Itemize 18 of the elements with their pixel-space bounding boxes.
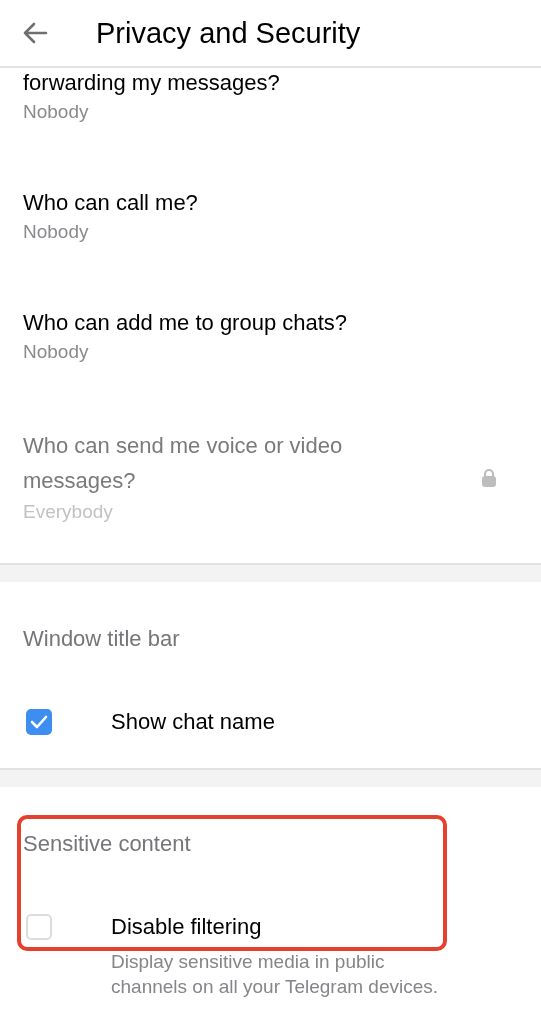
back-arrow-icon xyxy=(22,22,48,44)
section-heading: Window title bar xyxy=(22,625,181,653)
checkmark-icon xyxy=(30,715,48,729)
page-title: Privacy and Security xyxy=(96,16,361,50)
checkbox[interactable] xyxy=(26,709,52,735)
option-label[interactable]: Show chat name xyxy=(111,706,275,738)
setting-value: Nobody xyxy=(23,340,90,364)
setting-value: Nobody xyxy=(23,100,90,124)
option-description: Display sensitive media in public channels on all your Telegram devices. xyxy=(111,950,440,999)
checkbox[interactable] xyxy=(26,914,52,940)
setting-value: Everybody xyxy=(23,500,114,524)
back-button[interactable] xyxy=(22,22,48,44)
setting-title[interactable]: Who can add me to group chats? xyxy=(23,308,413,338)
setting-value: Nobody xyxy=(23,220,90,244)
setting-title[interactable]: forwarding my messages? xyxy=(23,68,413,98)
option-label[interactable]: Disable filtering xyxy=(111,911,456,943)
section-heading: Sensitive content xyxy=(22,830,192,858)
setting-title[interactable]: Who can call me? xyxy=(23,188,413,218)
